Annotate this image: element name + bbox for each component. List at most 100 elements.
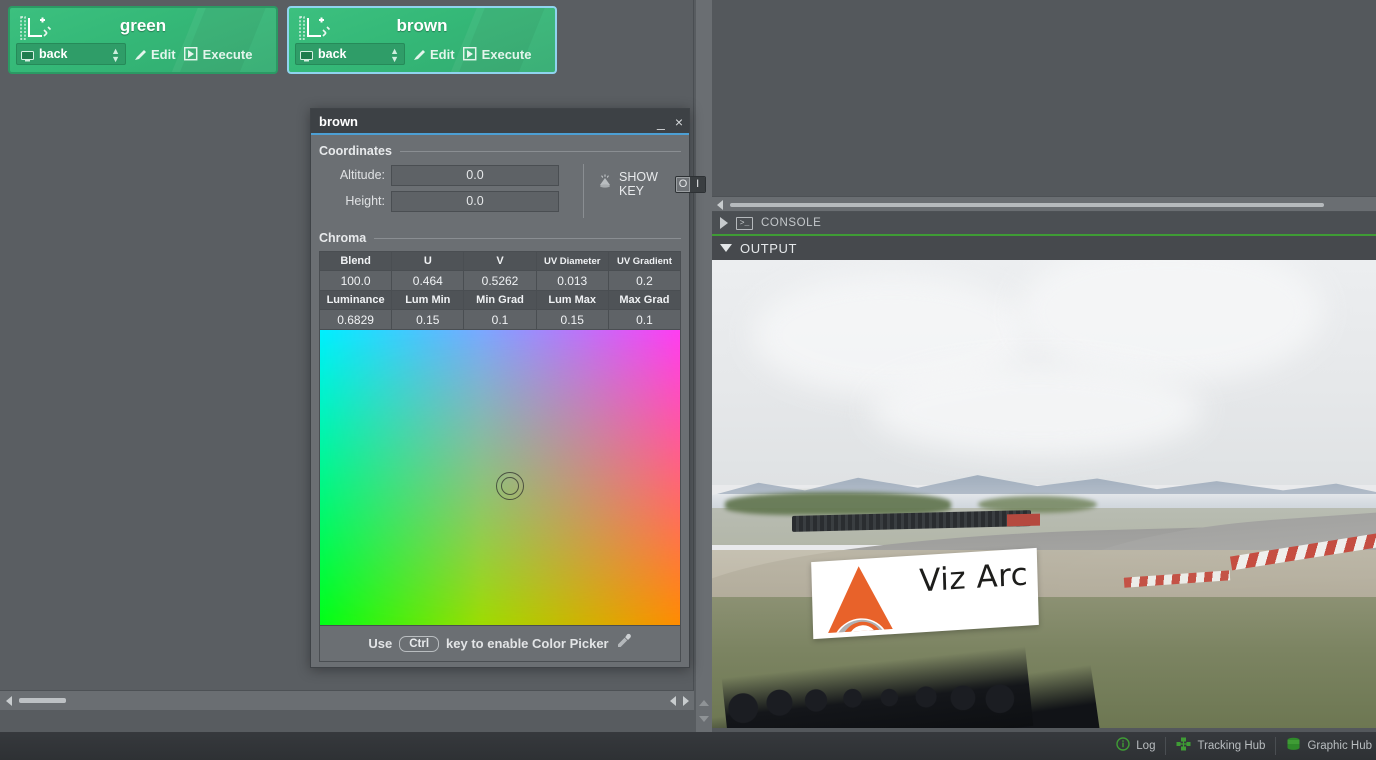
value-lum-max[interactable]: 0.15 [537, 310, 609, 330]
chroma-group-title: Chroma [319, 231, 366, 245]
show-key-control: SHOW KEY O I [597, 170, 706, 198]
channel-dropdown-brown[interactable]: back ▲▼ [295, 43, 405, 65]
value-u[interactable]: 0.464 [392, 271, 464, 291]
channel-value: back [318, 47, 347, 61]
ctrl-key-badge: Ctrl [399, 636, 439, 652]
uv-selection-marker[interactable] [496, 472, 524, 500]
action-card-green[interactable]: green back ▲▼ Edit Execute [8, 6, 278, 74]
altitude-label: Altitude: [319, 168, 391, 182]
status-label-graphic-hub: Graphic Hub [1307, 740, 1372, 752]
chroma-value-row-2: 0.6829 0.15 0.1 0.15 0.1 [320, 310, 680, 330]
col-header-lum-min: Lum Min [392, 291, 464, 310]
value-uv-diameter[interactable]: 0.013 [537, 271, 609, 291]
show-key-option-on[interactable]: I [690, 177, 704, 192]
value-min-grad[interactable]: 0.1 [464, 310, 536, 330]
monitor-icon [21, 49, 34, 60]
viz-arc-wordmark: Viz Arc [918, 556, 1028, 599]
pencil-icon [413, 48, 426, 61]
scroll-left-arrow-icon-2[interactable] [670, 696, 676, 706]
col-header-uv-diameter: UV Diameter [537, 252, 609, 271]
chroma-parameter-table: Blend U V UV Diameter UV Gradient 100.0 … [319, 251, 681, 330]
action-card-toolbar: back ▲▼ Edit Execute [16, 42, 270, 66]
chroma-group: Chroma [319, 231, 681, 245]
group-divider [374, 238, 681, 239]
execute-button-green[interactable]: Execute [184, 47, 253, 62]
dialog-title: brown [319, 114, 358, 129]
value-uv-gradient[interactable]: 0.2 [609, 271, 680, 291]
chroma-key-icon [299, 16, 333, 42]
scroll-right-arrow-icon[interactable] [683, 696, 689, 706]
chroma-value-row-1: 100.0 0.464 0.5262 0.013 0.2 [320, 271, 680, 291]
output-panel-header[interactable]: OUTPUT [712, 236, 1376, 260]
hscrollbar-thumb[interactable] [730, 203, 1324, 207]
edit-button-brown[interactable]: Edit [413, 47, 455, 62]
value-max-grad[interactable]: 0.1 [609, 310, 680, 330]
action-pane-vscrollbar[interactable] [696, 0, 712, 732]
barrier-marker [1007, 513, 1040, 526]
uv-color-plane[interactable] [319, 330, 681, 626]
show-key-option-off[interactable]: O [676, 177, 691, 192]
chevron-updown-icon[interactable]: ▲▼ [390, 47, 399, 63]
console-icon: >_ [736, 217, 753, 230]
action-pane-hscrollbar[interactable] [0, 690, 694, 710]
action-card-brown[interactable]: brown back ▲▼ Edit Execute [287, 6, 557, 74]
channel-dropdown-green[interactable]: back ▲▼ [16, 43, 126, 65]
status-item-tracking-hub[interactable]: Tracking Hub [1166, 737, 1276, 755]
execute-icon [463, 47, 478, 61]
edit-label: Edit [151, 47, 176, 62]
height-input[interactable]: 0.0 [391, 191, 559, 212]
chevron-right-icon[interactable] [720, 217, 728, 229]
status-label-log: Log [1136, 740, 1155, 752]
chroma-key-icon [20, 16, 54, 42]
col-header-u: U [392, 252, 464, 271]
scroll-left-arrow-icon[interactable] [717, 200, 723, 210]
close-icon[interactable]: × [675, 115, 683, 129]
col-header-v: V [464, 252, 536, 271]
value-lum-min[interactable]: 0.15 [392, 310, 464, 330]
chroma-header-row-2: Luminance Lum Min Min Grad Lum Max Max G… [320, 291, 680, 310]
scroll-left-arrow-icon[interactable] [6, 696, 12, 706]
status-label-tracking-hub: Tracking Hub [1197, 740, 1265, 752]
execute-button-brown[interactable]: Execute [463, 47, 532, 62]
output-pane-hscrollbar[interactable] [712, 196, 1376, 212]
viz-arc-window: green back ▲▼ Edit Execute [0, 0, 1376, 760]
console-panel-header[interactable]: >_ CONSOLE [712, 212, 1376, 236]
dialog-titlebar[interactable]: brown _ × [311, 109, 689, 135]
scroll-up-arrow-icon[interactable] [699, 700, 709, 706]
value-blend[interactable]: 100.0 [320, 271, 392, 291]
chevron-down-icon[interactable] [720, 244, 732, 252]
pencil-icon [134, 48, 147, 61]
chroma-settings-dialog: brown _ × Coordinates Altitude: 0.0 Heig… [310, 108, 690, 668]
output-label: OUTPUT [740, 241, 797, 256]
output-video-preview[interactable]: Viz Arc [712, 260, 1376, 728]
hscrollbar-thumb[interactable] [19, 698, 66, 703]
show-key-label: SHOW KEY [619, 170, 669, 198]
channel-value: back [39, 47, 68, 61]
show-key-toggle[interactable]: O I [675, 176, 706, 193]
status-item-log[interactable]: Log [1106, 737, 1166, 755]
value-v[interactable]: 0.5262 [464, 271, 536, 291]
status-item-graphic-hub[interactable]: Graphic Hub [1276, 737, 1376, 755]
hint-prefix: Use [368, 636, 392, 651]
chroma-header-row-1: Blend U V UV Diameter UV Gradient [320, 252, 680, 271]
viz-arc-arc-icon [820, 561, 899, 637]
console-label: CONSOLE [761, 217, 821, 229]
altitude-input[interactable]: 0.0 [391, 165, 559, 186]
key-drop-icon [597, 174, 613, 195]
scroll-down-arrow-icon[interactable] [699, 716, 709, 722]
value-luminance[interactable]: 0.6829 [320, 310, 392, 330]
eyedropper-icon [616, 633, 632, 654]
chroma-group-header: Chroma [319, 231, 681, 245]
col-header-luminance: Luminance [320, 291, 392, 310]
col-header-blend: Blend [320, 252, 392, 271]
color-picker-hint: Use Ctrl key to enable Color Picker [319, 626, 681, 662]
col-header-lum-max: Lum Max [537, 291, 609, 310]
group-divider [400, 151, 681, 152]
chevron-updown-icon[interactable]: ▲▼ [111, 47, 120, 63]
minimize-icon[interactable]: _ [657, 115, 665, 129]
execute-icon [184, 47, 199, 61]
coordinates-group-header: Coordinates [319, 144, 681, 158]
edit-button-green[interactable]: Edit [134, 47, 176, 62]
info-circle-icon [1116, 737, 1130, 756]
status-bar: Log Tracking Hub Graphic Hub [0, 732, 1376, 760]
